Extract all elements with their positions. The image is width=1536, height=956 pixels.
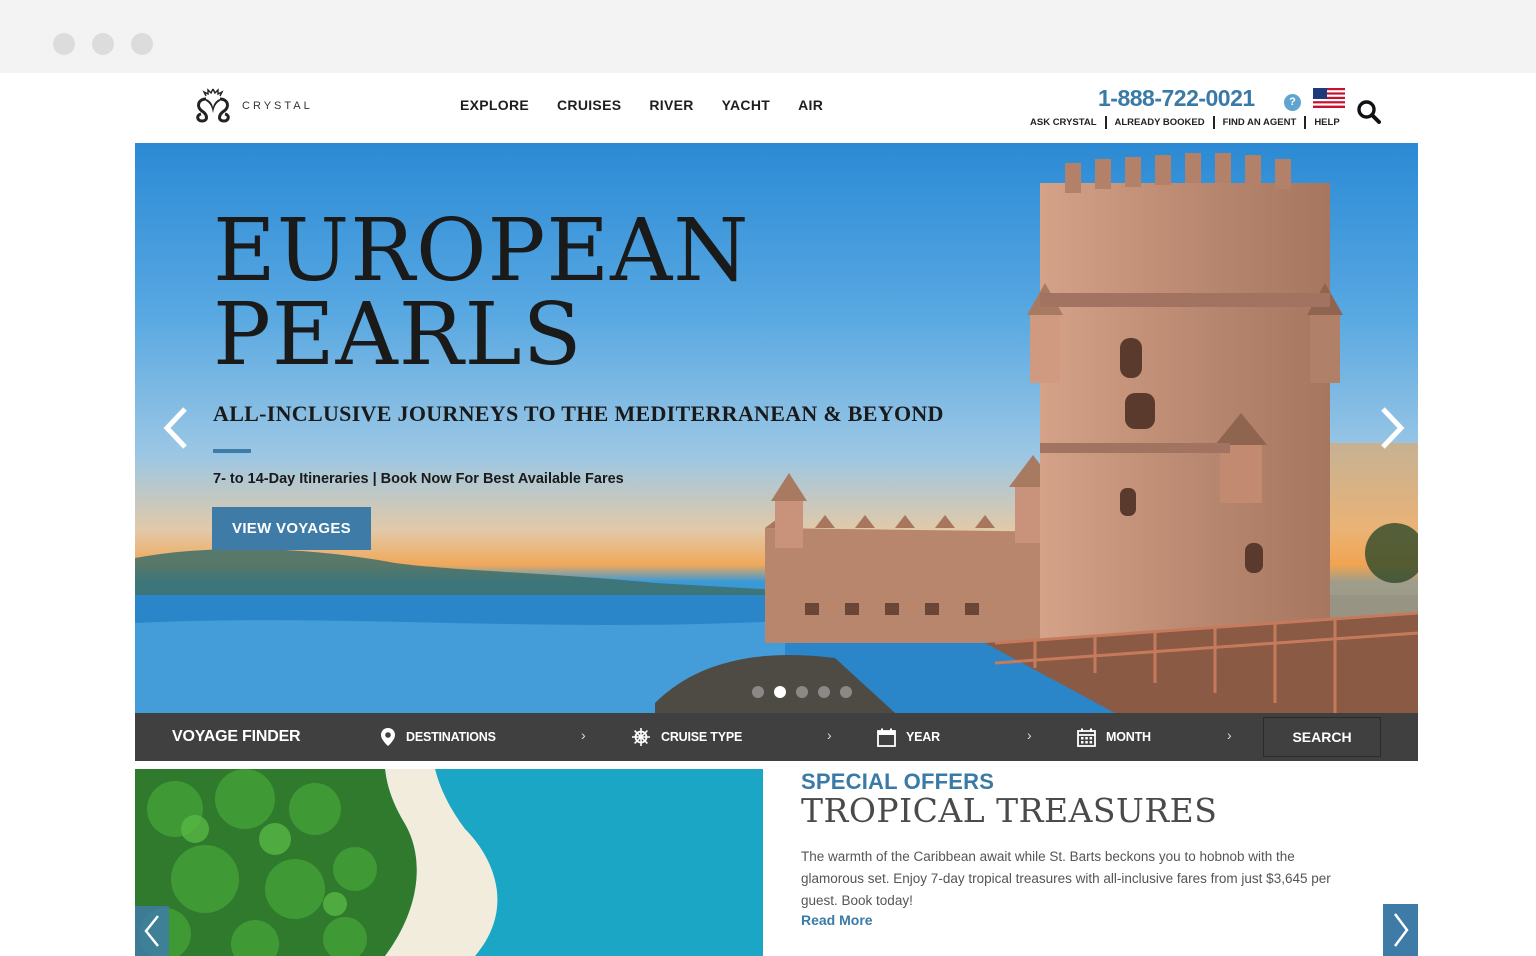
cruise-type-label: CRUISE TYPE xyxy=(661,730,743,744)
nav-yacht[interactable]: YACHT xyxy=(722,97,770,113)
offer-description: The warmth of the Caribbean await while … xyxy=(801,849,1331,908)
nav-river[interactable]: RIVER xyxy=(649,97,693,113)
divider xyxy=(1104,116,1107,129)
window-minimize-dot[interactable] xyxy=(92,33,114,55)
phone-number[interactable]: 1-888-722-0021 xyxy=(1098,85,1255,112)
utility-links: ASK CRYSTAL ALREADY BOOKED FIND AN AGENT… xyxy=(1030,116,1340,129)
carousel-prev-arrow-icon[interactable] xyxy=(155,401,195,455)
browser-chrome xyxy=(0,0,1536,73)
nav-air[interactable]: AIR xyxy=(798,97,823,113)
hero-title: EUROPEAN PEARLS xyxy=(213,201,750,385)
carousel-dot[interactable] xyxy=(818,686,830,698)
us-flag-icon[interactable] xyxy=(1313,88,1345,108)
brand-name: CRYSTAL xyxy=(242,100,313,112)
link-ask-crystal[interactable]: ASK CRYSTAL xyxy=(1030,117,1097,128)
calendar-icon xyxy=(877,728,896,747)
month-label: MONTH xyxy=(1106,730,1151,744)
read-more-link[interactable]: Read More xyxy=(801,912,873,928)
view-voyages-button[interactable]: VIEW VOYAGES xyxy=(212,507,371,550)
voyage-finder-bar: VOYAGE FINDER DESTINATIONS › CRUISE TYPE… xyxy=(135,713,1418,761)
hero-title-line2: PEARLS xyxy=(213,285,583,385)
map-pin-icon xyxy=(381,728,395,746)
chevron-right-icon: › xyxy=(827,727,832,743)
carousel-dot[interactable] xyxy=(774,686,786,698)
hero-carousel: EUROPEAN PEARLS ALL-INCLUSIVE JOURNEYS T… xyxy=(135,143,1418,713)
voyage-finder-title: VOYAGE FINDER xyxy=(172,728,301,745)
crystal-seahorse-logo-icon xyxy=(196,88,230,123)
chevron-right-icon: › xyxy=(1027,727,1032,743)
window-close-dot[interactable] xyxy=(53,33,75,55)
offer-title: TROPICAL TREASURES xyxy=(801,791,1218,830)
cruise-type-dropdown[interactable]: CRUISE TYPE xyxy=(631,713,742,761)
link-help[interactable]: HELP xyxy=(1314,117,1339,128)
page: CRYSTAL EXPLORE CRUISES RIVER YACHT AIR … xyxy=(0,73,1536,956)
link-find-an-agent[interactable]: FIND AN AGENT xyxy=(1223,117,1297,128)
help-question-icon[interactable]: ? xyxy=(1284,94,1301,111)
offer-prev-arrow-icon[interactable] xyxy=(135,906,169,956)
divider xyxy=(1304,116,1307,129)
hero-description: 7- to 14-Day Itineraries | Book Now For … xyxy=(213,471,624,487)
destinations-label: DESTINATIONS xyxy=(406,730,496,744)
chevron-right-icon: › xyxy=(581,727,586,743)
year-label: YEAR xyxy=(906,730,940,744)
voyage-search-button[interactable]: SEARCH xyxy=(1263,717,1381,757)
year-dropdown[interactable]: YEAR xyxy=(877,713,940,761)
tropical-beach-image xyxy=(135,769,763,956)
carousel-dot[interactable] xyxy=(840,686,852,698)
month-dropdown[interactable]: MONTH xyxy=(1077,713,1151,761)
carousel-dots xyxy=(747,686,857,698)
offer-image xyxy=(135,769,763,956)
nav-explore[interactable]: EXPLORE xyxy=(460,97,529,113)
ship-wheel-icon xyxy=(632,728,650,746)
divider xyxy=(1212,116,1215,129)
calendar-grid-icon xyxy=(1077,728,1096,747)
crystal-logo[interactable]: CRYSTAL xyxy=(192,87,313,125)
carousel-next-arrow-icon[interactable] xyxy=(1373,401,1413,455)
hero-divider-bar xyxy=(213,449,251,453)
offer-next-arrow-icon[interactable] xyxy=(1383,904,1418,956)
link-already-booked[interactable]: ALREADY BOOKED xyxy=(1115,117,1205,128)
nav-cruises[interactable]: CRUISES xyxy=(557,97,621,113)
destinations-dropdown[interactable]: DESTINATIONS xyxy=(380,713,496,761)
hero-subtitle: ALL-INCLUSIVE JOURNEYS TO THE MEDITERRAN… xyxy=(213,401,944,426)
carousel-dot[interactable] xyxy=(752,686,764,698)
search-icon[interactable] xyxy=(1356,99,1382,125)
main-nav: EXPLORE CRUISES RIVER YACHT AIR xyxy=(446,97,837,113)
window-zoom-dot[interactable] xyxy=(131,33,153,55)
hero-title-line1: EUROPEAN xyxy=(213,201,750,301)
chevron-right-icon: › xyxy=(1227,727,1232,743)
carousel-dot[interactable] xyxy=(796,686,808,698)
